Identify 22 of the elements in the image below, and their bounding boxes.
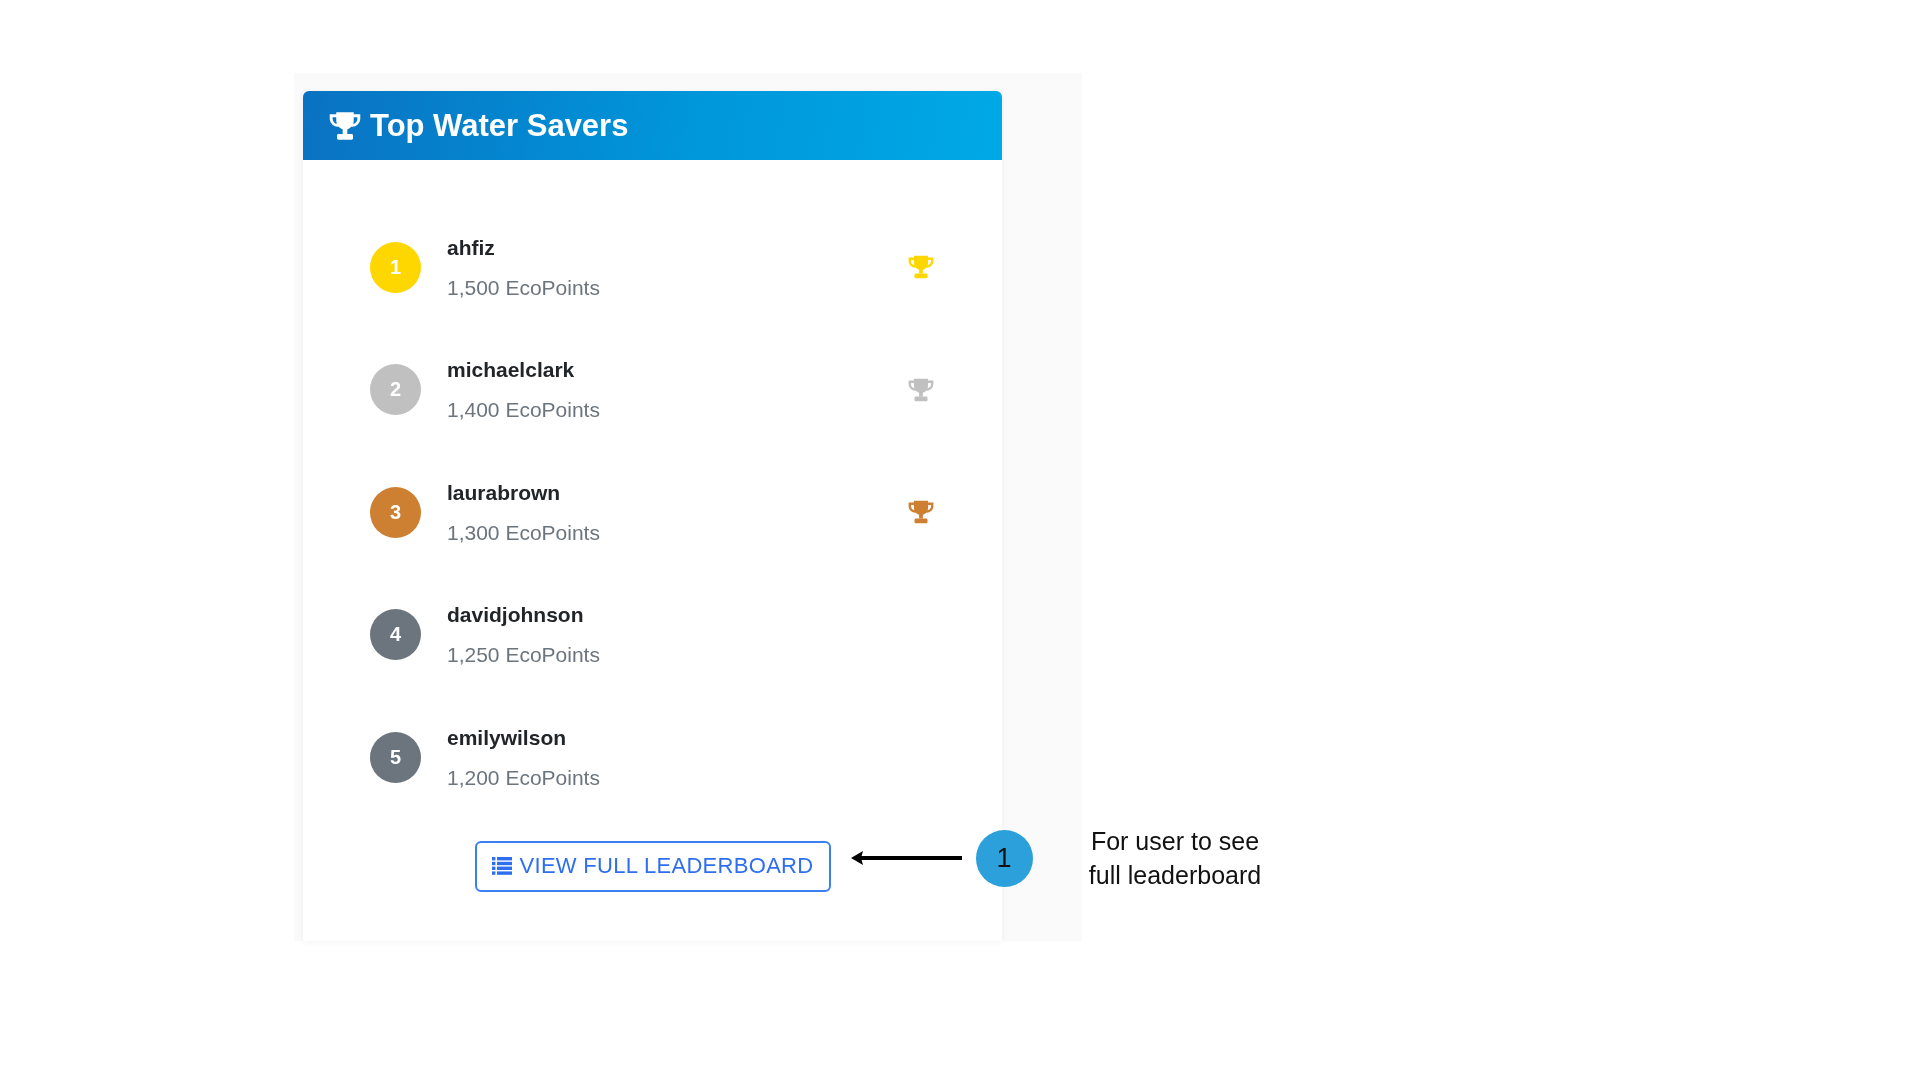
user-name: davidjohnson xyxy=(447,602,584,628)
view-leaderboard-button[interactable]: VIEW FULL LEADERBOARD xyxy=(474,840,831,892)
annotation-text: For user to see full leaderboard xyxy=(1087,826,1263,891)
list-icon xyxy=(491,857,512,875)
points-text: 1,200 EcoPoints xyxy=(447,764,600,790)
user-name: emilywilson xyxy=(447,724,567,750)
points-text: 1,500 EcoPoints xyxy=(447,274,600,300)
user-name: ahfiz xyxy=(447,234,495,260)
step-badge: 1 xyxy=(975,829,1033,887)
rank-badge: 2 xyxy=(370,364,421,416)
rank-badge: 4 xyxy=(370,609,421,661)
arrow-icon xyxy=(850,851,962,865)
rank-badge: 3 xyxy=(370,486,421,538)
trophy-icon xyxy=(329,109,361,142)
rank-badge: 1 xyxy=(370,241,421,293)
user-name: laurabrown xyxy=(447,479,561,505)
card-title: Top Water Savers xyxy=(370,107,629,144)
rank-badge: 5 xyxy=(370,731,421,783)
user-name: michaelclark xyxy=(447,357,575,383)
points-text: 1,250 EcoPoints xyxy=(447,642,600,668)
points-text: 1,400 EcoPoints xyxy=(447,397,600,423)
points-text: 1,300 EcoPoints xyxy=(447,519,600,545)
